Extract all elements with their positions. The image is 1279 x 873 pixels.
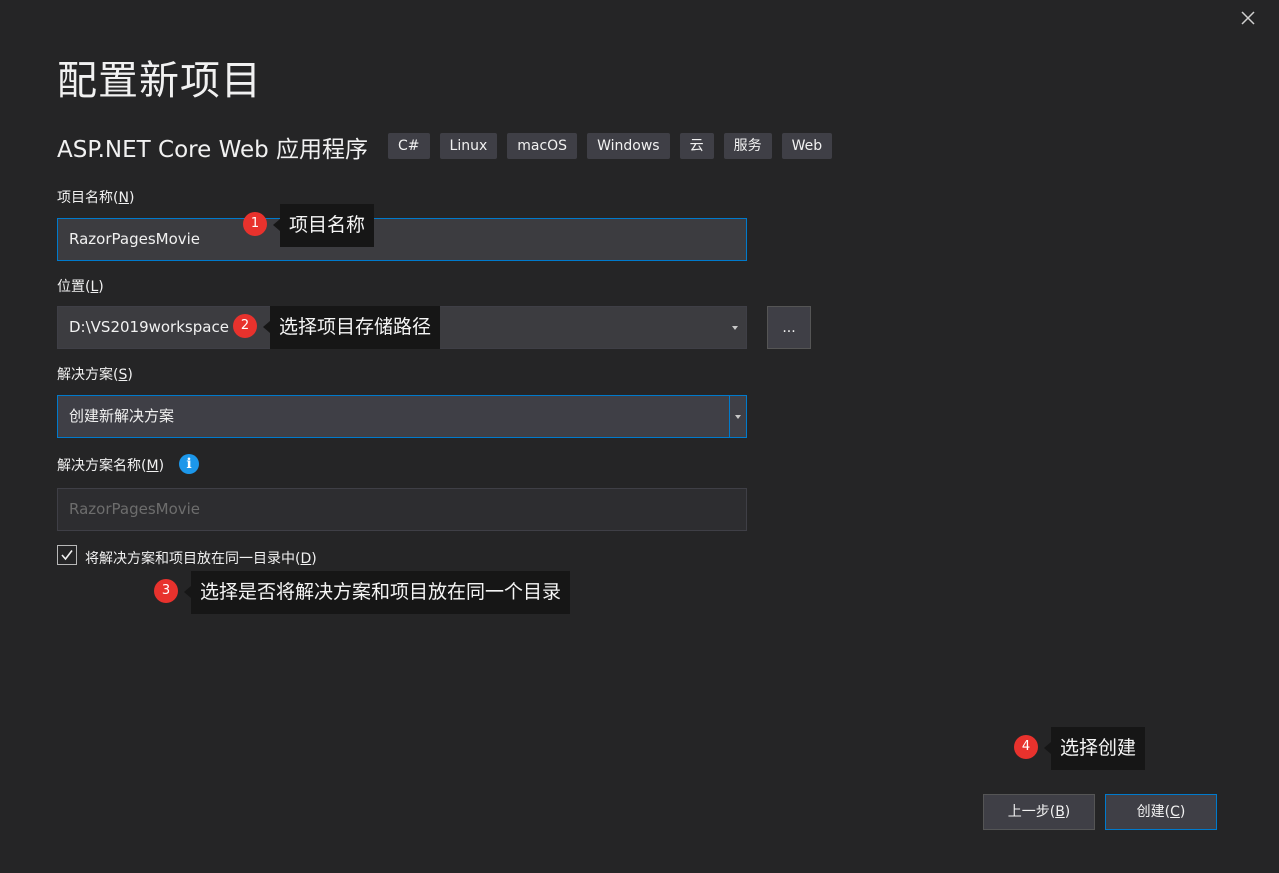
same-directory-checkbox[interactable] <box>57 545 77 565</box>
same-directory-label[interactable]: 将解决方案和项目放在同一目录中(D) <box>85 548 317 568</box>
tag-cloud: 云 <box>679 133 714 159</box>
back-button[interactable]: 上一步(B) <box>983 794 1095 830</box>
annotation-callout-2: 选择项目存储路径 <box>262 306 441 349</box>
page-title: 配置新项目 <box>57 58 262 104</box>
chevron-down-icon[interactable] <box>729 396 746 437</box>
template-tags: C# Linux macOS Windows 云 服务 Web <box>388 133 833 159</box>
project-name-input[interactable]: RazorPagesMovie <box>57 218 747 261</box>
annotation-callout-1: 项目名称 <box>272 204 375 247</box>
tag-windows: Windows <box>587 133 670 159</box>
annotation-callout-4: 选择创建 <box>1043 727 1146 770</box>
template-name: ASP.NET Core Web 应用程序 <box>57 137 369 163</box>
solution-label: 解决方案(S) <box>57 367 133 383</box>
solution-value: 创建新解决方案 <box>69 407 175 425</box>
tag-linux: Linux <box>439 133 498 159</box>
location-value: D:\VS2019workspace <box>69 318 229 336</box>
tag-csharp: C# <box>388 133 430 159</box>
checkmark-icon <box>61 550 73 561</box>
tag-service: 服务 <box>723 133 772 159</box>
solution-select[interactable]: 创建新解决方案 <box>57 395 747 438</box>
tag-macos: macOS <box>507 133 578 159</box>
annotation-badge-2: 2 <box>233 314 257 338</box>
solution-name-input: RazorPagesMovie <box>57 488 747 531</box>
info-icon[interactable]: i <box>179 454 199 474</box>
annotation-badge-1: 1 <box>243 212 267 236</box>
annotation-callout-3: 选择是否将解决方案和项目放在同一个目录 <box>183 571 571 614</box>
browse-button[interactable]: ... <box>767 306 811 349</box>
annotation-badge-3: 3 <box>154 579 178 603</box>
chevron-down-icon[interactable] <box>732 326 738 330</box>
project-name-label: 项目名称(N) <box>57 190 135 206</box>
tag-web: Web <box>781 133 833 159</box>
location-label: 位置(L) <box>57 279 104 295</box>
create-button[interactable]: 创建(C) <box>1105 794 1217 830</box>
solution-name-label: 解决方案名称(M) <box>57 458 165 474</box>
annotation-badge-4: 4 <box>1014 735 1038 759</box>
close-icon[interactable] <box>1236 6 1260 30</box>
